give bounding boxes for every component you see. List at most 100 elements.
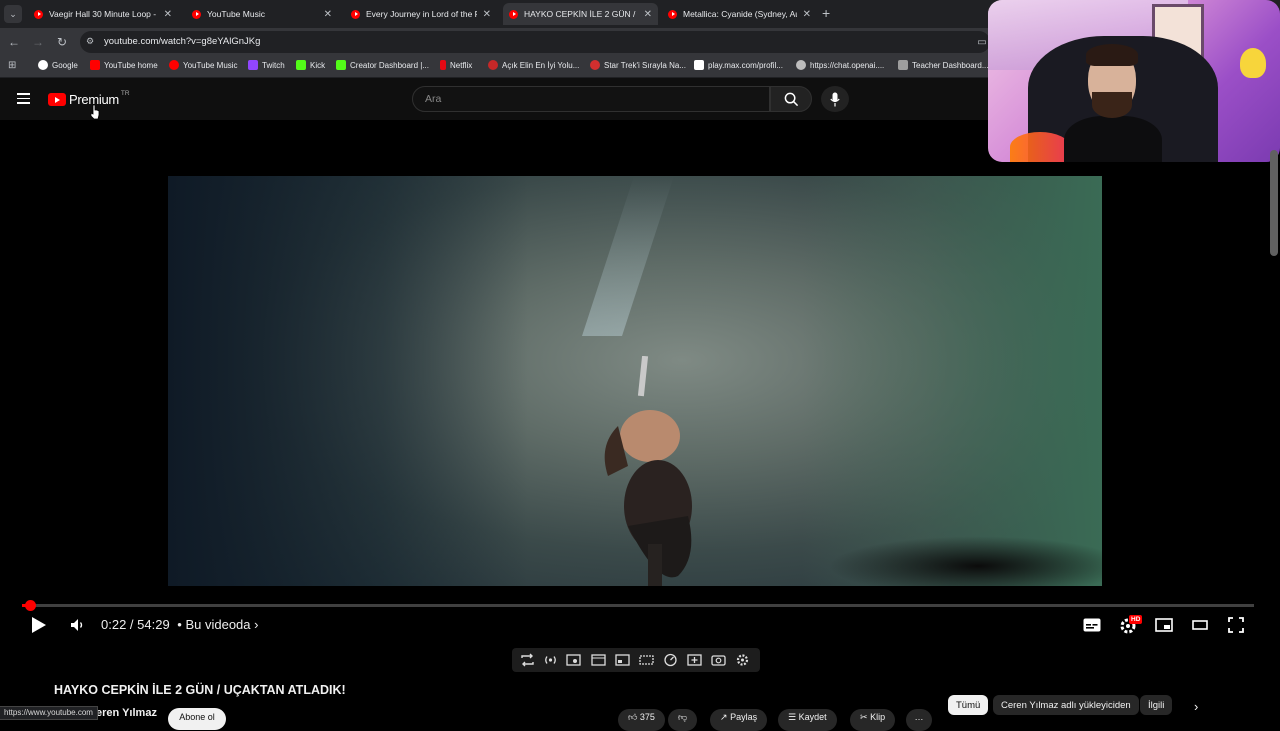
site-info-icon[interactable]: ⚙ <box>86 36 94 47</box>
close-tab-icon[interactable]: ✕ <box>324 9 332 20</box>
link-status-bar: https://www.youtube.com <box>0 706 98 720</box>
chevron-right-icon[interactable]: › <box>1194 699 1198 714</box>
page-icon <box>590 60 600 70</box>
volume-button[interactable] <box>68 615 88 635</box>
webcam-light <box>1010 132 1070 162</box>
bookmark-netflix[interactable]: Netflix <box>440 60 472 70</box>
bookmark-label: Netflix <box>450 60 473 70</box>
bookmark-label: Teacher Dashboard... <box>912 60 989 70</box>
youtube-music-favicon-icon <box>192 9 201 19</box>
share-icon: ↗ <box>720 712 728 722</box>
tab-title: Every Journey in Lord of the Rings <box>366 9 477 19</box>
bookmark-youtube-music[interactable]: YouTube Music <box>169 60 238 70</box>
youtube-premium-logo[interactable]: Premium TR <box>48 90 130 107</box>
youtube-icon <box>90 60 100 70</box>
miniplayer-button[interactable] <box>1154 615 1174 635</box>
browser-tab[interactable]: Vaegir Hall 30 Minute Loop - YouTube ✕ <box>28 3 178 25</box>
search-button[interactable] <box>770 86 812 112</box>
settings-button[interactable]: HD <box>1118 615 1143 635</box>
fullscreen-button[interactable] <box>1226 615 1246 635</box>
play-button[interactable] <box>28 615 50 635</box>
thumbs-up-icon: 👍︎ <box>628 712 638 722</box>
video-light-beam <box>582 176 674 336</box>
bookmark-twitch[interactable]: Twitch <box>248 60 285 70</box>
bookmark-max[interactable]: play.max.com/profil... <box>694 60 783 70</box>
address-bar[interactable]: ⚙ youtube.com/watch?v=g8eYAlGnJKg <box>80 31 990 53</box>
dislike-button[interactable]: 👎︎ <box>668 709 698 731</box>
video-title: HAYKO CEPKİN İLE 2 GÜN / UÇAKTAN ATLADIK… <box>54 683 346 697</box>
browser-tab[interactable]: YouTube Music ✕ <box>186 3 338 25</box>
screenshot-camera-icon[interactable] <box>711 653 726 667</box>
new-tab-button[interactable]: + <box>822 5 830 21</box>
more-actions-button[interactable]: … <box>906 709 932 731</box>
bookmark-label: Twitch <box>262 60 285 70</box>
save-button[interactable]: ☰ Kaydet <box>778 709 837 731</box>
share-label: Paylaş <box>730 712 758 722</box>
search-input[interactable]: Ara <box>412 86 770 112</box>
scrubber-handle[interactable] <box>25 600 37 611</box>
youtube-favicon-icon <box>509 9 518 19</box>
bookmark-youtube-home[interactable]: YouTube home <box>90 60 158 70</box>
extension-settings-icon[interactable] <box>735 653 750 667</box>
chip-from-uploader[interactable]: Ceren Yılmaz adlı yükleyiciden <box>993 695 1139 715</box>
page-scrollbar[interactable] <box>1270 150 1278 256</box>
close-tab-icon[interactable]: ✕ <box>803 9 811 20</box>
country-code: TR <box>120 90 130 97</box>
browser-tab-active[interactable]: HAYKO CEPKİN İLE 2 GÜN / UÇAKTAN ✕ <box>503 3 658 25</box>
like-button[interactable]: 👍︎ 375 <box>618 709 665 731</box>
bookmark-acik-el[interactable]: Açık Elin En İyi Yolu... <box>488 60 579 70</box>
volume-icon <box>71 619 83 631</box>
bookmark-creator-dashboard[interactable]: Creator Dashboard |... <box>336 60 429 70</box>
reload-icon[interactable]: ↻ <box>54 34 70 50</box>
youtube-play-logo-icon <box>48 93 66 106</box>
add-icon[interactable] <box>687 653 702 667</box>
picture-in-picture-icon[interactable] <box>615 653 630 667</box>
play-icon <box>32 617 46 633</box>
loop-icon[interactable] <box>520 653 535 667</box>
back-icon[interactable]: ← <box>6 34 22 50</box>
tab-title: YouTube Music <box>207 9 265 19</box>
thumbs-down-icon: 👎︎ <box>678 712 688 722</box>
close-tab-icon[interactable]: ✕ <box>644 9 652 20</box>
video-frame[interactable] <box>168 176 1102 586</box>
bookmark-star-trek[interactable]: Star Trek'i Sırayla Na... <box>590 60 686 70</box>
browser-tab[interactable]: Metallica: Cyanide (Sydney, Australia ✕ <box>662 3 817 25</box>
clip-button[interactable]: ✂ Klip <box>850 709 896 731</box>
bookmark-google[interactable]: Google <box>38 60 78 70</box>
forward-icon[interactable]: → <box>30 34 46 50</box>
bookmark-kick[interactable]: Kick <box>296 60 325 70</box>
bookmark-chatgpt[interactable]: https://chat.openai.... <box>796 60 884 70</box>
voice-search-button[interactable] <box>821 86 849 112</box>
address-url[interactable]: youtube.com/watch?v=g8eYAlGnJKg <box>104 36 260 47</box>
film-strip-icon[interactable] <box>591 653 606 667</box>
page-icon <box>898 60 908 70</box>
time-display: 0:22 / 54:29 • Bu videoda › <box>101 617 258 632</box>
apps-grid-icon[interactable]: ⊞ <box>8 60 16 71</box>
tab-search-dropdown[interactable]: ⌄ <box>4 5 22 23</box>
share-button[interactable]: ↗ Paylaş <box>710 709 768 731</box>
reel-icon[interactable] <box>639 653 654 667</box>
save-icon: ☰ <box>788 712 797 722</box>
browser-tab[interactable]: Every Journey in Lord of the Rings ✕ <box>345 3 497 25</box>
channel-name[interactable]: eren Yılmaz <box>96 707 157 719</box>
close-tab-icon[interactable]: ✕ <box>483 9 491 20</box>
menu-icon[interactable] <box>17 93 30 104</box>
broadcast-icon[interactable] <box>543 653 558 667</box>
video-smoke <box>828 536 1102 586</box>
cinema-mode-icon[interactable] <box>566 653 581 667</box>
subtitles-button[interactable] <box>1082 615 1102 635</box>
close-tab-icon[interactable]: ✕ <box>164 9 172 20</box>
chip-related[interactable]: İlgili <box>1140 695 1173 715</box>
webcam-person-body <box>1064 116 1162 162</box>
theater-mode-button[interactable] <box>1190 615 1210 635</box>
chapter-button[interactable]: • Bu videoda › <box>177 617 258 632</box>
subscribe-button[interactable]: Abone ol <box>168 708 226 730</box>
bookmark-label: play.max.com/profil... <box>708 60 783 70</box>
speed-icon[interactable] <box>663 653 678 667</box>
youtube-music-icon <box>169 60 179 70</box>
bookmark-label: Creator Dashboard |... <box>350 60 430 70</box>
chip-all[interactable]: Tümü <box>948 695 989 715</box>
bookmark-teacher-dashboard[interactable]: Teacher Dashboard... <box>898 60 989 70</box>
twitch-icon <box>248 60 258 70</box>
progress-bar[interactable] <box>22 600 1254 611</box>
